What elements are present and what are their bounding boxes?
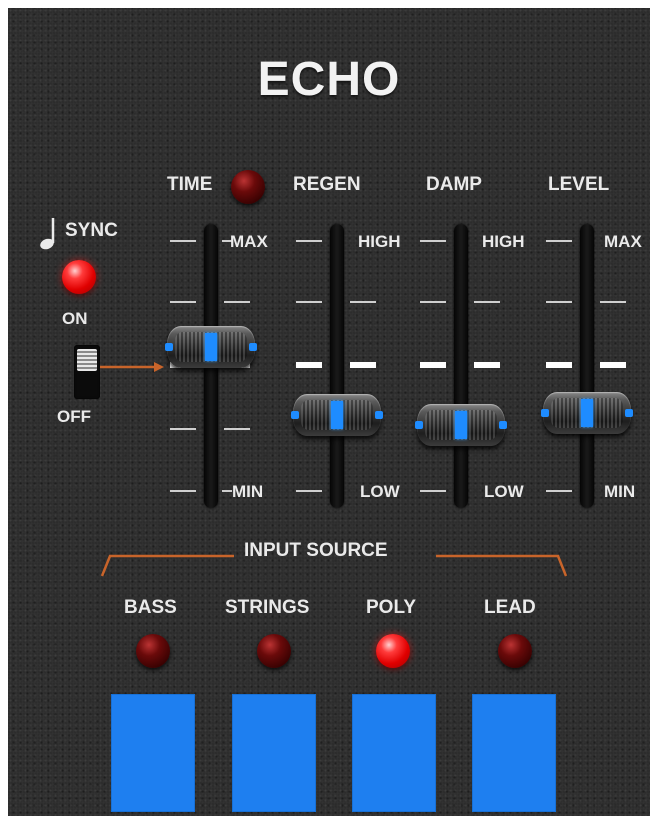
tick-mark bbox=[222, 490, 232, 492]
time-max-label: MAX bbox=[230, 232, 268, 251]
switch-on-label: ON bbox=[62, 309, 88, 328]
switch-off-label: OFF bbox=[57, 407, 91, 426]
tick-mark bbox=[170, 240, 196, 242]
tick-mark bbox=[170, 301, 196, 303]
tick-mark bbox=[170, 428, 196, 430]
tick-mark bbox=[546, 301, 572, 303]
slider-track-level[interactable] bbox=[580, 224, 594, 508]
tick-mark bbox=[170, 490, 196, 492]
input-source-label: INPUT SOURCE bbox=[244, 540, 388, 561]
sync-label: SYNC bbox=[65, 220, 118, 241]
slider-track-regen[interactable] bbox=[330, 224, 344, 508]
tick-mark bbox=[296, 490, 322, 492]
quarter-note-icon bbox=[40, 218, 55, 250]
tick-mark-center bbox=[600, 362, 626, 368]
slider-label-regen: REGEN bbox=[293, 174, 361, 195]
tick-mark-center bbox=[546, 362, 572, 368]
tick-mark-center bbox=[474, 362, 500, 368]
echo-panel: ECHO TIME REGEN DAMP LEVEL SYNC ON OFF M… bbox=[8, 8, 650, 816]
time-led bbox=[231, 170, 265, 204]
source-label-poly: POLY bbox=[366, 597, 416, 618]
source-button-lead[interactable] bbox=[472, 694, 556, 812]
sync-arrow-icon bbox=[100, 362, 164, 372]
slider-handle-regen[interactable] bbox=[291, 394, 383, 436]
slider-label-time: TIME bbox=[167, 174, 213, 195]
slider-handle-time[interactable] bbox=[165, 326, 257, 368]
level-max-label: MAX bbox=[604, 232, 642, 251]
tick-mark-center bbox=[296, 362, 322, 368]
damp-high-label: HIGH bbox=[482, 232, 525, 251]
tick-mark bbox=[420, 240, 446, 242]
tick-mark bbox=[296, 301, 322, 303]
tick-mark-center bbox=[350, 362, 376, 368]
sync-toggle-switch[interactable] bbox=[74, 345, 100, 399]
slider-label-damp: DAMP bbox=[426, 174, 482, 195]
source-label-strings: STRINGS bbox=[225, 597, 310, 618]
slider-handle-level[interactable] bbox=[541, 392, 633, 434]
source-button-bass[interactable] bbox=[111, 694, 195, 812]
slider-track-damp[interactable] bbox=[454, 224, 468, 508]
tick-mark-center bbox=[420, 362, 446, 368]
tick-mark bbox=[420, 301, 446, 303]
source-button-poly[interactable] bbox=[352, 694, 436, 812]
switch-lever[interactable] bbox=[77, 349, 97, 371]
tick-mark bbox=[546, 490, 572, 492]
tick-mark bbox=[296, 240, 322, 242]
source-label-lead: LEAD bbox=[484, 597, 536, 618]
damp-low-label: LOW bbox=[484, 482, 524, 501]
source-led-strings bbox=[257, 634, 291, 668]
source-led-lead bbox=[498, 634, 532, 668]
tick-mark bbox=[224, 428, 250, 430]
regen-low-label: LOW bbox=[360, 482, 400, 501]
tick-mark bbox=[474, 301, 500, 303]
tick-mark bbox=[350, 301, 376, 303]
source-led-poly bbox=[376, 634, 410, 668]
tick-mark bbox=[600, 301, 626, 303]
slider-handle-damp[interactable] bbox=[415, 404, 507, 446]
module-title: ECHO bbox=[257, 53, 401, 106]
source-button-strings[interactable] bbox=[232, 694, 316, 812]
regen-high-label: HIGH bbox=[358, 232, 401, 251]
sync-led bbox=[62, 260, 96, 294]
level-min-label: MIN bbox=[604, 482, 636, 501]
tick-mark bbox=[420, 490, 446, 492]
source-led-bass bbox=[136, 634, 170, 668]
slider-label-level: LEVEL bbox=[548, 174, 610, 195]
tick-mark bbox=[224, 301, 250, 303]
tick-mark bbox=[546, 240, 572, 242]
source-label-bass: BASS bbox=[124, 597, 177, 618]
time-min-label: MIN bbox=[232, 482, 264, 501]
